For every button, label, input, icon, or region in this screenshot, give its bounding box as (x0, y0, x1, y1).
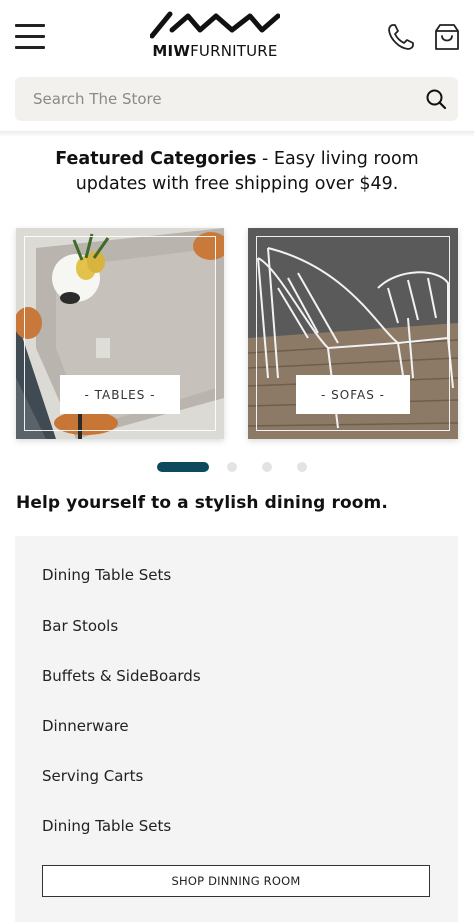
carousel-dot[interactable] (297, 462, 307, 472)
link-buffets-sideboards[interactable]: Buffets & SideBoards (42, 667, 201, 685)
link-serving-carts[interactable]: Serving Carts (42, 767, 143, 785)
carousel-dot[interactable] (262, 462, 272, 472)
search-input[interactable] (15, 77, 415, 121)
link-dinnerware[interactable]: Dinnerware (42, 717, 129, 735)
shopping-bag-icon[interactable] (432, 22, 462, 52)
header-divider (0, 131, 474, 137)
header: MIWFURNITURE (0, 0, 474, 70)
logo-mark-icon (150, 11, 280, 39)
search-icon[interactable] (425, 88, 447, 110)
link-bar-stools[interactable]: Bar Stools (42, 617, 118, 635)
featured-categories-text: Featured Categories - Easy living room u… (20, 147, 454, 197)
menu-icon[interactable] (15, 24, 45, 50)
category-card-tables[interactable]: - TABLES - (16, 228, 224, 439)
carousel-dot-active[interactable] (157, 462, 209, 472)
link-dining-table-sets[interactable]: Dining Table Sets (42, 566, 171, 584)
link-dining-table-sets-2[interactable]: Dining Table Sets (42, 817, 171, 835)
featured-title: Featured Categories (55, 149, 257, 169)
category-card-sofas[interactable]: - SOFAS - (248, 228, 458, 439)
category-label-sofas[interactable]: - SOFAS - (296, 375, 410, 414)
dining-section-title: Help yourself to a stylish dining room. (16, 493, 388, 513)
shop-dining-room-button[interactable]: SHOP DINNING ROOM (42, 865, 430, 897)
logo-text: MIWFURNITURE (152, 42, 278, 60)
logo[interactable]: MIWFURNITURE (150, 10, 280, 66)
search-bar (15, 77, 458, 121)
carousel-dot[interactable] (227, 462, 237, 472)
category-label-tables[interactable]: - TABLES - (60, 375, 180, 414)
phone-icon[interactable] (386, 22, 416, 52)
